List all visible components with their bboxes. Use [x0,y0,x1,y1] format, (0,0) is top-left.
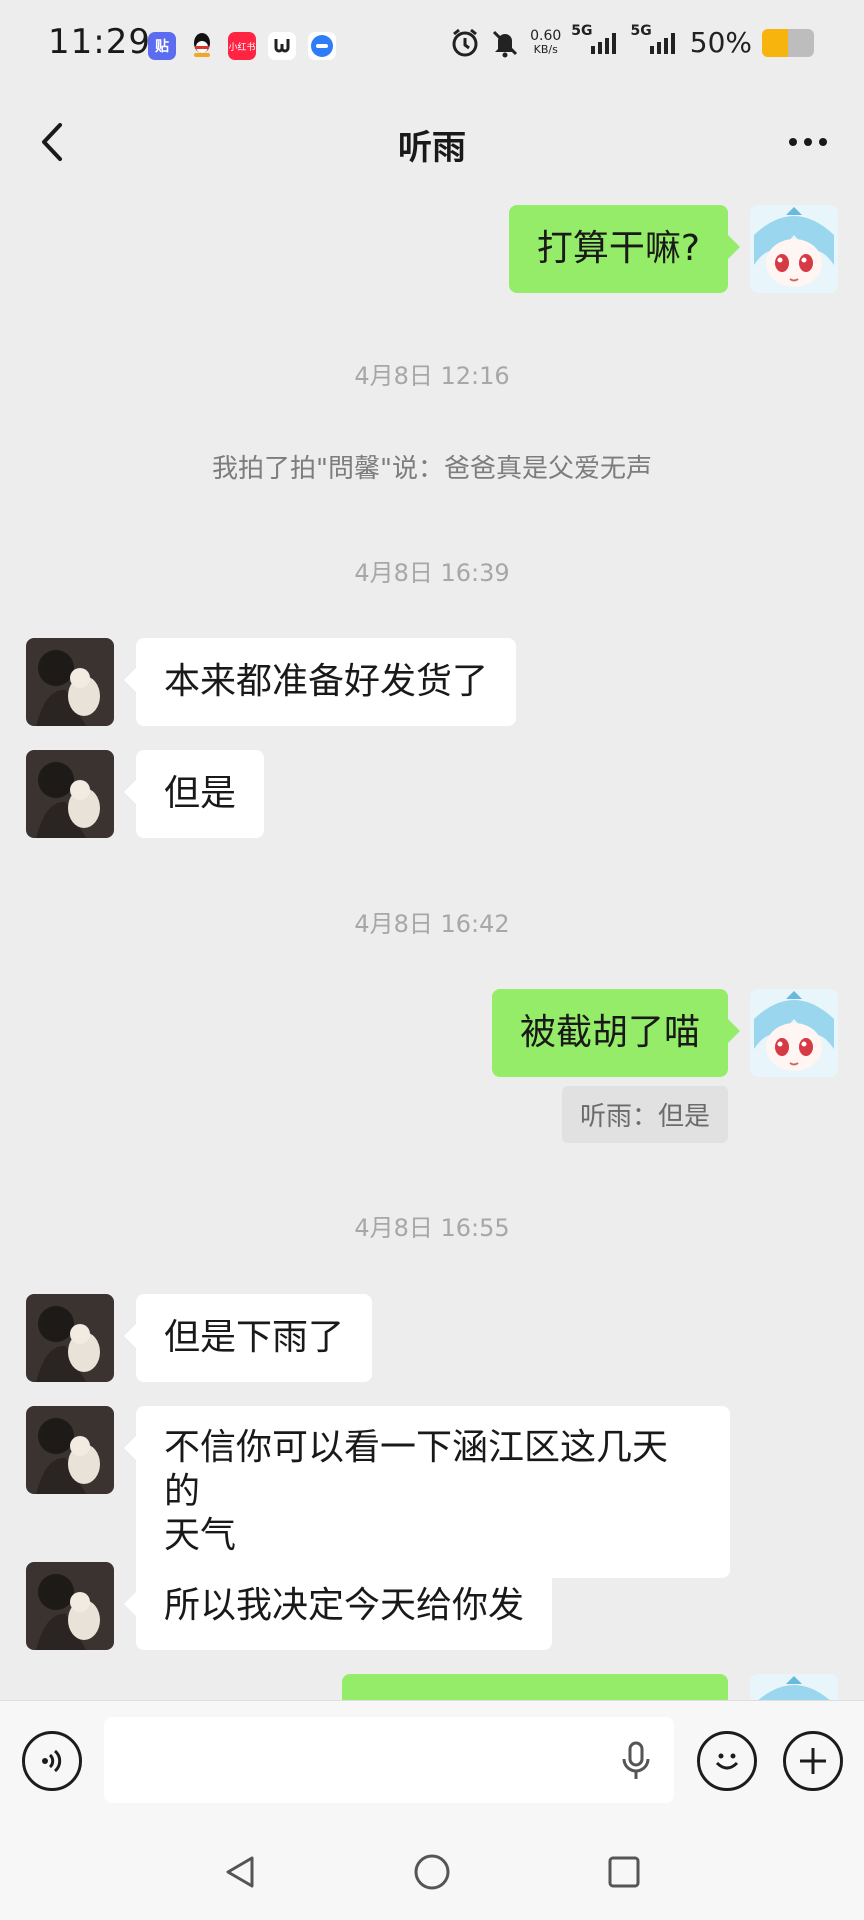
my-avatar[interactable] [750,1674,838,1700]
timestamp: 4月8日 12:16 [354,362,510,390]
app-icon [268,32,296,60]
message-text: 天气 [164,1515,237,1556]
system-nav-bar [0,1820,864,1920]
my-avatar[interactable] [750,205,838,293]
qq-icon [188,32,216,60]
emoji-icon [715,1753,739,1770]
emoji-button[interactable] [697,1731,757,1791]
chat-area[interactable]: 打算干嘛? 4月8日 12:16 我拍了拍"問馨"说：爸爸真是父爱无声 4月8日… [0,192,864,1700]
status-indicators: 0.60 KB/s 5G 5G 50% [450,22,814,59]
xiaohongshu-icon: 小红书 [228,32,256,60]
status-bar: 11:29 贴 小红书 0.60 KB/s 5G 5G 50% [0,0,864,92]
status-time: 11:29 [48,22,151,62]
timestamp: 4月8日 16:42 [354,910,510,938]
triangle-back-icon [226,1856,254,1888]
quoted-reply[interactable]: 听雨：但是 [561,1086,728,1143]
message-bubble-other[interactable]: 但是下雨了 [123,1294,373,1382]
net-speed-value: 0.60 [530,27,562,44]
microphone-icon [622,1741,650,1779]
message-bubble-other[interactable]: 不信你可以看一下涵江区这几天的 天气 [124,1406,730,1578]
tieba-icon: 贴 [148,32,176,60]
input-bar [0,1700,864,1821]
message-text: 不信你可以看一下涵江区这几天的 [164,1427,669,1512]
more-button[interactable] [772,114,844,170]
nav-home-button[interactable] [408,1848,456,1896]
message-text: 本来都准备好发货了 [164,661,489,702]
message-text: 所以我决定今天给你发 [164,1585,525,1626]
voice-toggle-button[interactable] [22,1731,82,1791]
plus-icon [800,1748,826,1774]
friend-avatar[interactable] [26,1294,114,1382]
notification-icons: 贴 小红书 [148,32,336,60]
my-avatar[interactable] [750,989,838,1077]
net-speed: 0.60 KB/s [530,29,561,57]
friend-avatar[interactable] [26,638,114,726]
chat-header: 听雨 [0,92,864,192]
message-text: 被截胡了喵 [519,1012,700,1053]
battery-text: 50% [689,26,752,59]
signal-icon [590,32,616,54]
circle-home-icon [414,1854,450,1890]
mute-icon [493,30,518,57]
message-bubble-other[interactable]: 本来都准备好发货了 [123,638,517,726]
message-bubble-other[interactable]: 但是 [123,750,265,838]
message-bubble-self[interactable]: 打算干嘛? [508,205,741,293]
voice-icon [42,1749,62,1773]
nav-back-button[interactable] [216,1848,264,1896]
message-text: 但是 [164,773,237,814]
friend-avatar[interactable] [26,1562,114,1650]
battery-fill [762,28,788,57]
more-actions-button[interactable] [783,1731,843,1791]
battery-icon [762,28,814,57]
message-bubble-self[interactable]: 被截胡了喵 [491,989,741,1077]
timestamp: 4月8日 16:55 [354,1214,510,1242]
message-text: 打算干嘛? [536,228,700,269]
nav-recents-button[interactable] [600,1848,648,1896]
message-bubble-self[interactable] [342,1674,728,1700]
net-speed-unit: KB/s [533,42,558,56]
message-input[interactable] [104,1717,674,1803]
message-bubble-other[interactable]: 所以我决定今天给你发 [123,1562,553,1650]
friend-avatar[interactable] [26,750,114,838]
signal-label-1: 5G [571,22,593,39]
signal-icon [649,32,675,54]
signal-label-2: 5G [630,22,652,39]
chat-title: 听雨 [398,128,466,168]
message-text: 但是下雨了 [164,1317,345,1358]
mic-button[interactable] [612,1737,660,1785]
timestamp: 4月8日 16:39 [354,559,510,587]
friend-avatar[interactable] [26,1406,114,1494]
square-recents-icon [608,1856,640,1888]
system-message: 我拍了拍"問馨"说：爸爸真是父爱无声 [212,454,652,484]
alarm-icon [452,28,478,56]
more-icon [789,138,827,146]
message-app-icon [308,32,336,60]
